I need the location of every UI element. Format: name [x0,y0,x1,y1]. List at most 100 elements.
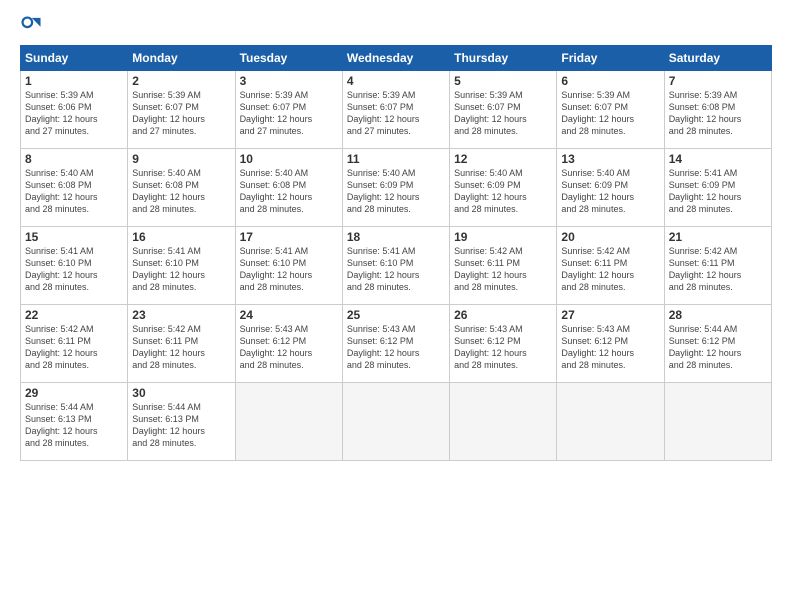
calendar-cell: 24Sunrise: 5:43 AM Sunset: 6:12 PM Dayli… [235,305,342,383]
day-number: 11 [347,152,445,166]
day-info: Sunrise: 5:42 AM Sunset: 6:11 PM Dayligh… [132,323,230,372]
day-number: 22 [25,308,123,322]
calendar-cell [450,383,557,461]
day-number: 16 [132,230,230,244]
day-number: 21 [669,230,767,244]
day-info: Sunrise: 5:39 AM Sunset: 6:07 PM Dayligh… [561,89,659,138]
day-info: Sunrise: 5:41 AM Sunset: 6:09 PM Dayligh… [669,167,767,216]
day-info: Sunrise: 5:44 AM Sunset: 6:13 PM Dayligh… [132,401,230,450]
calendar-cell: 14Sunrise: 5:41 AM Sunset: 6:09 PM Dayli… [664,149,771,227]
logo-icon [20,15,42,37]
day-number: 15 [25,230,123,244]
day-number: 14 [669,152,767,166]
page: SundayMondayTuesdayWednesdayThursdayFrid… [0,0,792,612]
day-info: Sunrise: 5:39 AM Sunset: 6:07 PM Dayligh… [240,89,338,138]
day-number: 19 [454,230,552,244]
calendar-cell: 12Sunrise: 5:40 AM Sunset: 6:09 PM Dayli… [450,149,557,227]
day-number: 20 [561,230,659,244]
day-number: 5 [454,74,552,88]
calendar-cell: 9Sunrise: 5:40 AM Sunset: 6:08 PM Daylig… [128,149,235,227]
day-number: 27 [561,308,659,322]
calendar-cell: 27Sunrise: 5:43 AM Sunset: 6:12 PM Dayli… [557,305,664,383]
day-info: Sunrise: 5:43 AM Sunset: 6:12 PM Dayligh… [561,323,659,372]
calendar-cell [664,383,771,461]
day-info: Sunrise: 5:41 AM Sunset: 6:10 PM Dayligh… [132,245,230,294]
day-number: 4 [347,74,445,88]
day-number: 12 [454,152,552,166]
calendar-cell: 22Sunrise: 5:42 AM Sunset: 6:11 PM Dayli… [21,305,128,383]
day-number: 7 [669,74,767,88]
calendar-cell [557,383,664,461]
calendar-cell: 7Sunrise: 5:39 AM Sunset: 6:08 PM Daylig… [664,71,771,149]
day-number: 3 [240,74,338,88]
calendar-cell: 19Sunrise: 5:42 AM Sunset: 6:11 PM Dayli… [450,227,557,305]
day-number: 17 [240,230,338,244]
day-info: Sunrise: 5:44 AM Sunset: 6:12 PM Dayligh… [669,323,767,372]
day-number: 6 [561,74,659,88]
calendar-cell: 17Sunrise: 5:41 AM Sunset: 6:10 PM Dayli… [235,227,342,305]
calendar-cell: 11Sunrise: 5:40 AM Sunset: 6:09 PM Dayli… [342,149,449,227]
week-row-2: 8Sunrise: 5:40 AM Sunset: 6:08 PM Daylig… [21,149,772,227]
day-number: 9 [132,152,230,166]
weekday-header-thursday: Thursday [450,46,557,71]
day-info: Sunrise: 5:39 AM Sunset: 6:07 PM Dayligh… [347,89,445,138]
day-info: Sunrise: 5:40 AM Sunset: 6:08 PM Dayligh… [132,167,230,216]
weekday-header-row: SundayMondayTuesdayWednesdayThursdayFrid… [21,46,772,71]
day-number: 28 [669,308,767,322]
calendar-cell: 23Sunrise: 5:42 AM Sunset: 6:11 PM Dayli… [128,305,235,383]
day-info: Sunrise: 5:42 AM Sunset: 6:11 PM Dayligh… [561,245,659,294]
day-number: 24 [240,308,338,322]
week-row-4: 22Sunrise: 5:42 AM Sunset: 6:11 PM Dayli… [21,305,772,383]
calendar-cell: 5Sunrise: 5:39 AM Sunset: 6:07 PM Daylig… [450,71,557,149]
weekday-header-tuesday: Tuesday [235,46,342,71]
weekday-header-saturday: Saturday [664,46,771,71]
calendar-cell: 16Sunrise: 5:41 AM Sunset: 6:10 PM Dayli… [128,227,235,305]
day-number: 30 [132,386,230,400]
calendar-cell: 13Sunrise: 5:40 AM Sunset: 6:09 PM Dayli… [557,149,664,227]
day-info: Sunrise: 5:40 AM Sunset: 6:09 PM Dayligh… [347,167,445,216]
day-info: Sunrise: 5:43 AM Sunset: 6:12 PM Dayligh… [240,323,338,372]
day-info: Sunrise: 5:40 AM Sunset: 6:09 PM Dayligh… [561,167,659,216]
calendar-cell: 6Sunrise: 5:39 AM Sunset: 6:07 PM Daylig… [557,71,664,149]
weekday-header-sunday: Sunday [21,46,128,71]
calendar-table: SundayMondayTuesdayWednesdayThursdayFrid… [20,45,772,461]
week-row-3: 15Sunrise: 5:41 AM Sunset: 6:10 PM Dayli… [21,227,772,305]
calendar-cell [235,383,342,461]
day-info: Sunrise: 5:39 AM Sunset: 6:08 PM Dayligh… [669,89,767,138]
calendar-cell: 30Sunrise: 5:44 AM Sunset: 6:13 PM Dayli… [128,383,235,461]
week-row-1: 1Sunrise: 5:39 AM Sunset: 6:06 PM Daylig… [21,71,772,149]
day-number: 23 [132,308,230,322]
calendar-cell: 28Sunrise: 5:44 AM Sunset: 6:12 PM Dayli… [664,305,771,383]
day-number: 13 [561,152,659,166]
day-info: Sunrise: 5:41 AM Sunset: 6:10 PM Dayligh… [25,245,123,294]
day-info: Sunrise: 5:42 AM Sunset: 6:11 PM Dayligh… [454,245,552,294]
week-row-5: 29Sunrise: 5:44 AM Sunset: 6:13 PM Dayli… [21,383,772,461]
day-number: 8 [25,152,123,166]
day-info: Sunrise: 5:43 AM Sunset: 6:12 PM Dayligh… [347,323,445,372]
day-number: 18 [347,230,445,244]
calendar-cell: 1Sunrise: 5:39 AM Sunset: 6:06 PM Daylig… [21,71,128,149]
day-info: Sunrise: 5:42 AM Sunset: 6:11 PM Dayligh… [669,245,767,294]
calendar-cell: 4Sunrise: 5:39 AM Sunset: 6:07 PM Daylig… [342,71,449,149]
header-area [20,15,772,37]
calendar-cell: 29Sunrise: 5:44 AM Sunset: 6:13 PM Dayli… [21,383,128,461]
day-info: Sunrise: 5:40 AM Sunset: 6:09 PM Dayligh… [454,167,552,216]
day-info: Sunrise: 5:40 AM Sunset: 6:08 PM Dayligh… [25,167,123,216]
calendar-cell: 15Sunrise: 5:41 AM Sunset: 6:10 PM Dayli… [21,227,128,305]
day-info: Sunrise: 5:41 AM Sunset: 6:10 PM Dayligh… [347,245,445,294]
calendar-cell [342,383,449,461]
logo [20,15,44,37]
calendar-cell: 3Sunrise: 5:39 AM Sunset: 6:07 PM Daylig… [235,71,342,149]
calendar-cell: 26Sunrise: 5:43 AM Sunset: 6:12 PM Dayli… [450,305,557,383]
day-info: Sunrise: 5:42 AM Sunset: 6:11 PM Dayligh… [25,323,123,372]
day-number: 25 [347,308,445,322]
day-number: 26 [454,308,552,322]
calendar-cell: 25Sunrise: 5:43 AM Sunset: 6:12 PM Dayli… [342,305,449,383]
calendar-cell: 18Sunrise: 5:41 AM Sunset: 6:10 PM Dayli… [342,227,449,305]
day-info: Sunrise: 5:39 AM Sunset: 6:06 PM Dayligh… [25,89,123,138]
calendar-cell: 8Sunrise: 5:40 AM Sunset: 6:08 PM Daylig… [21,149,128,227]
day-number: 1 [25,74,123,88]
day-info: Sunrise: 5:40 AM Sunset: 6:08 PM Dayligh… [240,167,338,216]
day-info: Sunrise: 5:44 AM Sunset: 6:13 PM Dayligh… [25,401,123,450]
day-number: 2 [132,74,230,88]
